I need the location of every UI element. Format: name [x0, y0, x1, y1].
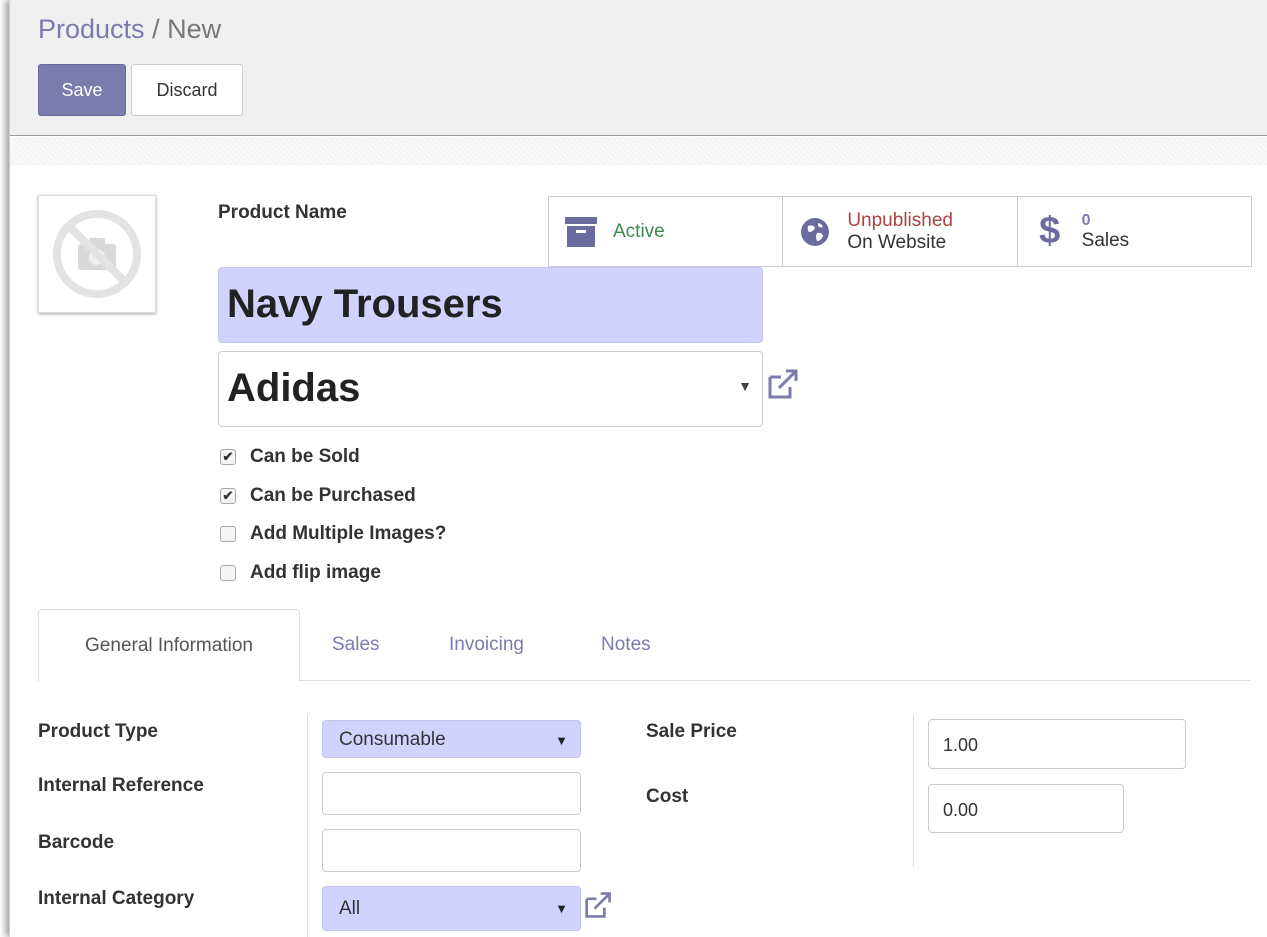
breadcrumb: Products / New: [38, 14, 221, 45]
control-panel: Products / New Save Discard: [10, 0, 1267, 136]
flip-image-label: Add flip image: [250, 561, 381, 583]
can-be-purchased-checkbox[interactable]: ✔: [220, 487, 236, 504]
tab-notes[interactable]: Notes: [601, 609, 651, 681]
can-be-sold-checkbox[interactable]: ✔: [220, 449, 236, 466]
sales-count-label: Sales: [1081, 229, 1130, 251]
flip-image-row: Add flip image: [220, 554, 446, 593]
website-publish-button[interactable]: Unpublished On Website: [783, 197, 1018, 266]
save-button[interactable]: Save: [38, 64, 126, 116]
brand-select[interactable]: Adidas ▼: [218, 351, 763, 427]
breadcrumb-products-link[interactable]: Products: [38, 14, 145, 44]
breadcrumb-current: New: [167, 14, 222, 44]
sheet-background: [10, 137, 1267, 165]
product-image[interactable]: [38, 195, 156, 313]
sale-price-label: Sale Price: [646, 721, 737, 742]
notebook-tabs: General Information Sales Invoicing Note…: [38, 609, 1250, 682]
breadcrumb-separator: /: [152, 14, 160, 44]
caret-down-icon[interactable]: ▼: [738, 378, 752, 394]
sale-price-input[interactable]: 1.00: [928, 719, 1186, 769]
no-image-icon: [53, 210, 141, 298]
internal-category-label: Internal Category: [38, 888, 195, 909]
product-type-label: Product Type: [38, 721, 158, 742]
on-website-text: On Website: [847, 231, 947, 253]
product-type-value: Consumable: [339, 729, 446, 750]
column-divider: [307, 715, 308, 937]
form-sheet: Product Name Active Unpublished On Websi…: [10, 165, 1267, 937]
sales-count-value: 0: [1081, 211, 1091, 229]
internal-category-value: All: [339, 898, 361, 919]
product-name-input[interactable]: Navy Trousers: [218, 267, 763, 343]
can-be-sold-label: Can be Sold: [250, 446, 360, 468]
multiple-images-label: Add Multiple Images?: [250, 523, 447, 545]
tab-invoicing[interactable]: Invoicing: [449, 609, 524, 681]
active-toggle-button[interactable]: Active: [549, 197, 784, 266]
internal-category-select[interactable]: All ▼: [322, 886, 581, 931]
caret-down-icon: ▼: [555, 733, 568, 748]
active-status: Active: [613, 220, 665, 242]
can-be-purchased-label: Can be Purchased: [250, 484, 416, 506]
sales-count: 0 Sales: [1082, 212, 1130, 252]
caret-down-icon[interactable]: ▼: [555, 901, 568, 916]
archive-icon: [561, 212, 601, 252]
internal-reference-label: Internal Reference: [38, 775, 204, 796]
dollar-icon: $: [1039, 210, 1061, 252]
barcode-label: Barcode: [38, 832, 115, 853]
product-flags: ✔ Can be Sold ✔ Can be Purchased Add Mul…: [220, 438, 446, 592]
multiple-images-row: Add Multiple Images?: [220, 515, 446, 554]
website-status: Unpublished On Website: [847, 210, 953, 254]
external-link-icon[interactable]: [583, 890, 615, 920]
product-type-select[interactable]: Consumable ▼: [322, 720, 581, 758]
discard-button[interactable]: Discard: [131, 64, 243, 116]
smart-button-box: Active Unpublished On Website $ 0 Sales: [548, 196, 1252, 267]
brand-value: Adidas: [227, 366, 361, 410]
external-link-icon[interactable]: [766, 367, 802, 401]
tab-sales[interactable]: Sales: [332, 609, 380, 681]
cost-label: Cost: [646, 786, 689, 807]
unpublished-text: Unpublished: [847, 209, 953, 231]
can-be-sold-row: ✔ Can be Sold: [220, 438, 446, 477]
flip-image-checkbox[interactable]: [220, 564, 236, 581]
internal-reference-input[interactable]: [322, 772, 581, 815]
barcode-input[interactable]: [322, 829, 581, 872]
column-divider: [913, 715, 914, 867]
form-page: Products / New Save Discard Product Name: [9, 0, 1267, 937]
cost-input[interactable]: 0.00: [928, 784, 1124, 833]
tab-general-information[interactable]: General Information: [38, 609, 300, 682]
can-be-purchased-row: ✔ Can be Purchased: [220, 477, 446, 516]
product-name-label: Product Name: [218, 202, 347, 223]
multiple-images-checkbox[interactable]: [220, 526, 236, 543]
sales-count-button[interactable]: $ 0 Sales: [1017, 197, 1251, 266]
globe-icon: [795, 212, 835, 252]
